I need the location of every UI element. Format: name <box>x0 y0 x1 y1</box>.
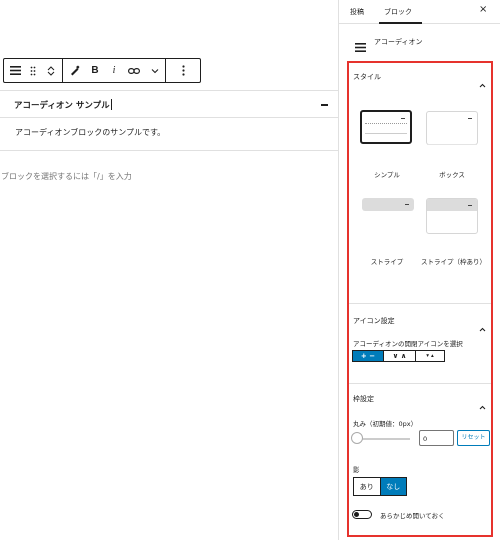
accordion-title[interactable]: アコーディオン サンプル <box>14 99 112 111</box>
style-option-stripe-bordered-label: ストライプ（枠あり） <box>421 258 486 266</box>
italic-button[interactable]: i <box>105 59 123 82</box>
chevron-up-icon[interactable] <box>479 395 486 414</box>
block-card-title: アコーディオン <box>374 38 423 46</box>
style-option-stripe-label: ストライプ <box>370 258 404 266</box>
icon-option-group: + − ∨ ∧ ▾ ▴ <box>352 350 445 362</box>
icon-option-plus-minus[interactable]: + − <box>353 351 384 361</box>
chevron-icon: ∨ ∧ <box>392 352 407 360</box>
border-panel-title[interactable]: 枠設定 <box>353 394 374 404</box>
thumb-divider <box>427 144 477 145</box>
toggle-knob <box>354 511 359 517</box>
move-buttons[interactable] <box>40 59 62 82</box>
toolbar-group-block <box>4 59 63 82</box>
radius-slider-thumb[interactable] <box>351 432 363 444</box>
style-panel-title[interactable]: スタイル <box>353 72 381 82</box>
accordion-body[interactable]: アコーディオンブロックのサンプルです。 <box>0 118 338 151</box>
plus-minus-icon: + − <box>360 352 376 360</box>
drag-handle-icon <box>30 66 36 76</box>
chevron-up-icon[interactable] <box>479 317 486 336</box>
minus-icon <box>405 204 409 205</box>
italic-icon: i <box>112 65 116 76</box>
shadow-option-group: あり なし <box>353 477 407 496</box>
toolbar-group-options <box>166 59 200 82</box>
close-icon[interactable]: × <box>479 5 487 15</box>
shadow-option-on-label: あり <box>359 482 374 491</box>
sidebar-tabs: 投稿 ブロック × <box>339 0 500 24</box>
link-icon <box>128 67 140 75</box>
options-button[interactable] <box>172 59 194 82</box>
block-type-button[interactable] <box>4 59 26 82</box>
block-appender-placeholder[interactable]: ブロックを選択するには「/」を入力 <box>1 171 132 182</box>
more-vertical-icon <box>181 65 185 76</box>
thumb-divider <box>365 123 407 124</box>
radius-slider-track[interactable] <box>357 438 410 440</box>
radius-value: 0 <box>423 435 428 443</box>
style-option-stripe-bordered[interactable] <box>426 198 478 234</box>
accordion-body-text[interactable]: アコーディオンブロックのサンプルです。 <box>15 127 165 138</box>
radius-number-input[interactable]: 0 <box>419 430 454 446</box>
accordion-header[interactable]: アコーディオン サンプル <box>0 90 338 118</box>
highlighter-icon <box>69 65 80 76</box>
chevron-down-icon <box>151 68 159 74</box>
chevron-up-icon[interactable] <box>479 73 486 92</box>
bold-button[interactable]: B <box>85 59 105 82</box>
radius-label: 丸み（初期値：0px） <box>353 420 418 428</box>
block-card: アコーディオン <box>339 24 500 60</box>
shadow-option-on[interactable]: あり <box>354 478 381 495</box>
tab-post[interactable]: 投稿 <box>350 7 364 17</box>
style-option-simple[interactable] <box>360 110 412 144</box>
text-cursor <box>110 99 112 110</box>
style-option-stripe[interactable] <box>362 198 414 211</box>
bold-icon: B <box>91 65 99 76</box>
open-by-default-label[interactable]: あらかじめ開いておく <box>380 510 445 520</box>
panel-divider <box>349 303 491 304</box>
triangle-icon: ▾ ▴ <box>426 353 434 359</box>
open-by-default-toggle[interactable] <box>352 510 372 519</box>
icon-option-chevron[interactable]: ∨ ∧ <box>384 351 416 361</box>
style-option-simple-label: シンプル <box>374 171 400 179</box>
shadow-option-off-label: なし <box>386 482 401 491</box>
block-toolbar: B i <box>3 58 201 83</box>
icon-select-label: アコーディオンの開閉アイコンを選択 <box>353 340 463 348</box>
minus-icon <box>401 118 405 119</box>
drag-handle[interactable] <box>26 59 40 82</box>
list-icon <box>9 66 21 75</box>
panel-divider <box>349 383 491 384</box>
thumb-divider <box>365 133 407 134</box>
style-option-box-label: ボックス <box>439 171 465 179</box>
editor-canvas: B i アコーディオン サンプル アコーディオンブロックのサンプルです。 ブロッ… <box>0 0 338 540</box>
toolbar-group-format: B i <box>63 59 166 82</box>
style-option-box[interactable] <box>426 111 478 145</box>
shadow-label: 影 <box>353 466 360 474</box>
more-rich-text-button[interactable] <box>145 59 165 82</box>
list-icon <box>355 37 366 56</box>
minus-icon <box>468 205 472 206</box>
accordion-title-text: アコーディオン サンプル <box>14 101 110 111</box>
highlighter-button[interactable] <box>63 59 85 82</box>
minus-icon <box>468 118 472 119</box>
reset-button[interactable]: リセット <box>457 430 490 446</box>
icon-option-triangle[interactable]: ▾ ▴ <box>416 351 444 361</box>
link-button[interactable] <box>123 59 145 82</box>
minus-icon[interactable] <box>321 104 328 106</box>
chevron-down-icon[interactable] <box>47 71 55 77</box>
icon-panel-title[interactable]: アイコン設定 <box>353 316 395 326</box>
shadow-option-off[interactable]: なし <box>380 478 406 495</box>
tab-block[interactable]: ブロック <box>384 7 412 17</box>
